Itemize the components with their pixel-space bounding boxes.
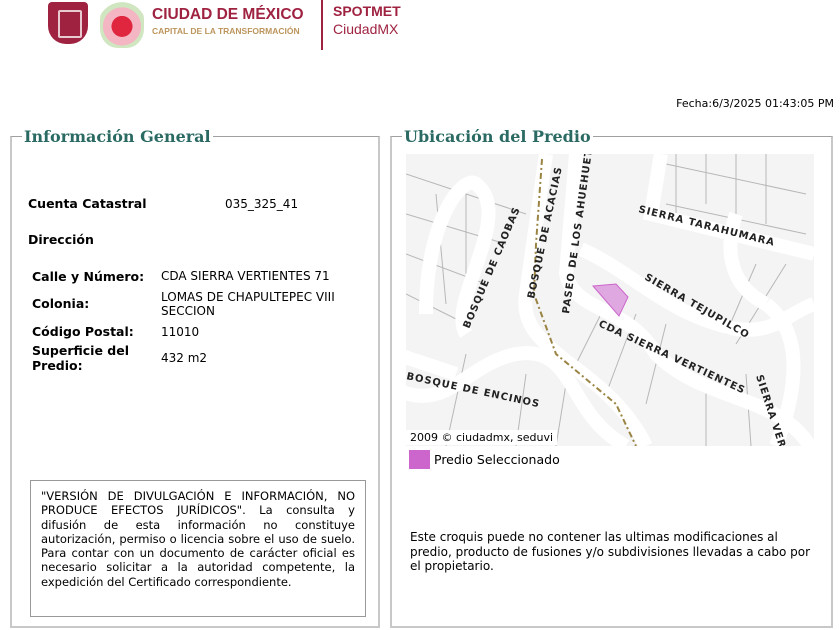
map-copyright: 2009 © ciudadmx, seduvi [406,430,558,445]
cdmx-shield-logo [48,2,88,44]
legend-swatch [409,450,430,469]
superficie-label: Superficie del Predio: [32,343,129,373]
info-general-panel: Información General Cuenta Catastral 035… [10,127,380,628]
cuenta-label: Cuenta Catastral [28,196,147,211]
brand-title: CIUDAD DE MÉXICO [152,6,304,23]
cp-value: 11010 [161,325,200,339]
app-subtitle: CiudadMX [333,21,399,37]
panel-title: Ubicación del Predio [402,127,593,146]
street-label: SIERRA TARAHUMARA [637,204,776,249]
map-canvas: SIERRA TARAHUMARA BOSQUE DE ACACIAS PASE… [406,154,814,446]
cuenta-value: 035_325_41 [225,197,299,211]
brand-divider [321,0,323,50]
cp-label: Código Postal: [32,324,134,339]
calle-label: Calle y Número: [32,269,145,284]
location-map[interactable]: SIERRA TARAHUMARA BOSQUE DE ACACIAS PASE… [406,154,814,446]
panel-title: Información General [22,127,213,146]
date-stamp: Fecha:6/3/2025 01:43:05 PM [676,97,834,110]
disclaimer-box: "VERSIÓN DE DIVULGACIÓN E INFORMACIÓN, N… [30,480,366,617]
calle-value: CDA SIERRA VERTIENTES 71 [161,269,330,283]
heart-logo [100,0,144,48]
brand-subtitle: CAPITAL DE LA TRANSFORMACIÓN [152,26,300,36]
map-note: Este croquis puede no contener las ultim… [410,530,811,573]
colonia-value: LOMAS DE CHAPULTEPEC VIII SECCION [161,290,335,318]
legend-label: Predio Seleccionado [434,452,560,467]
colonia-label: Colonia: [32,296,90,311]
superficie-value: 432 m2 [161,351,208,365]
direccion-label: Dirección [28,232,94,247]
app-title: SPOTMET [333,3,401,19]
ubicacion-panel: Ubicación del Predio SIERRA TARAHUMARA B… [390,127,833,628]
